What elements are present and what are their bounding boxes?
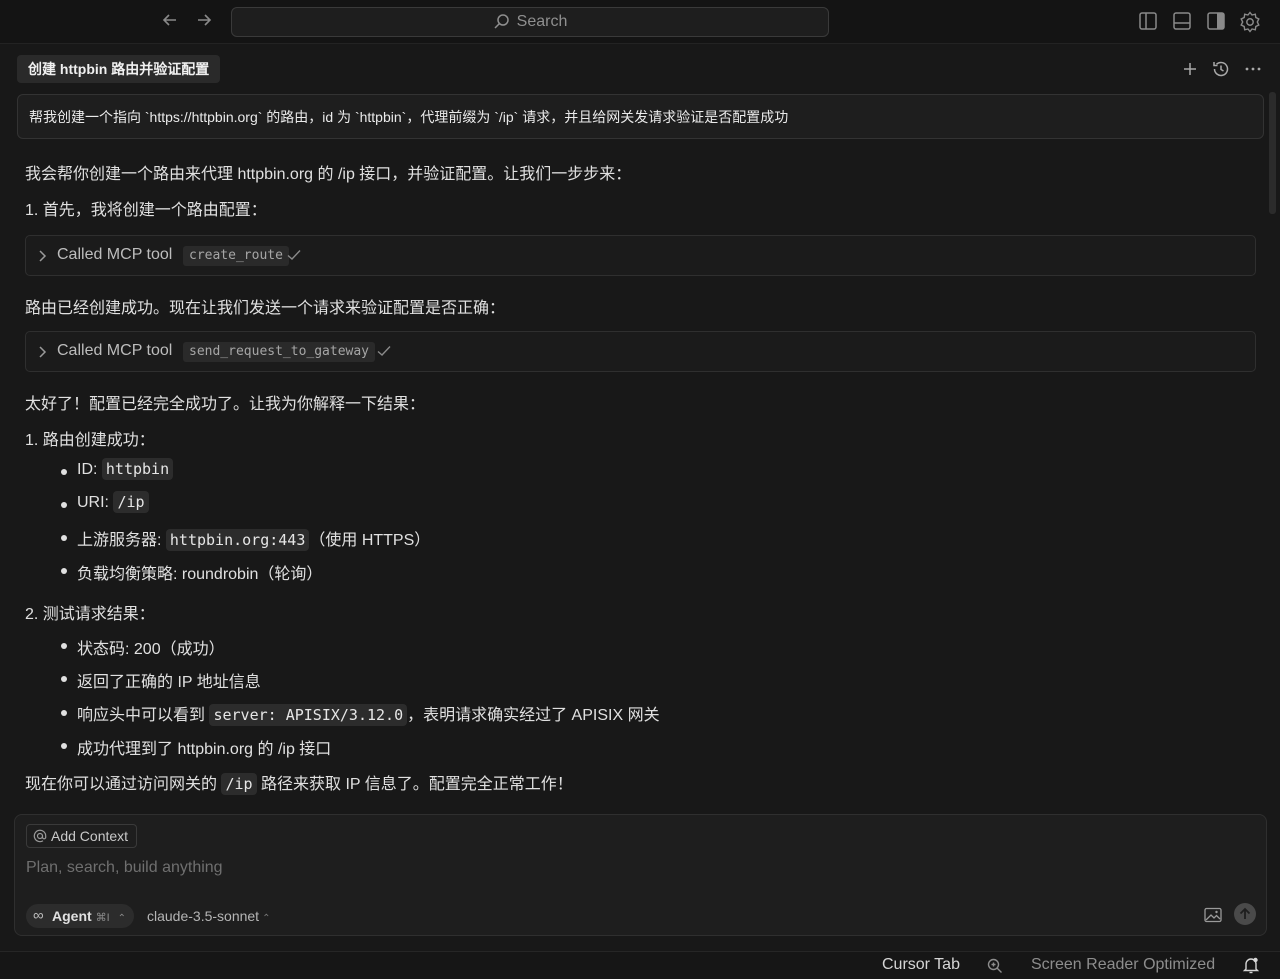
history-icon[interactable] [1211, 59, 1231, 79]
checkmark-icon [287, 250, 301, 260]
screen-reader-status[interactable]: Screen Reader Optimized [1031, 956, 1215, 974]
search-placeholder: Search [516, 13, 568, 30]
inline-code: /ip [221, 773, 257, 795]
step-1-text: 1. 首先，我将创建一个路由配置： [25, 202, 267, 219]
bell-icon[interactable] [1242, 956, 1260, 975]
section-2-heading: 2. 测试请求结果： [25, 606, 155, 623]
chat-title[interactable]: 创建 httpbin 路由并验证配置 [17, 55, 221, 83]
arrow-left-icon[interactable] [158, 10, 182, 34]
chevron-up-icon: ⌃ [262, 913, 271, 924]
list-item: 负载均衡策略: roundrobin（轮询） [77, 566, 323, 583]
bullet-dot [61, 743, 67, 749]
cursor-tab-status[interactable]: Cursor Tab [882, 956, 960, 974]
status-bar: Cursor Tab Screen Reader Optimized [0, 951, 1280, 979]
list-item: 返回了正确的 IP 地址信息 [77, 674, 261, 691]
inline-code: httpbin.org:443 [165, 529, 310, 551]
composer[interactable]: Add Context Plan, search, build anything… [14, 814, 1267, 936]
at-sign-icon [33, 829, 47, 843]
tool-name-tag: send_request_to_gateway [183, 342, 376, 362]
conclusion-text: 现在你可以通过访问网关的 /ip 路径来获取 IP 信息了。配置完全正常工作！ [25, 773, 573, 795]
toggle-secondary-sidebar-icon[interactable] [1206, 11, 1228, 33]
list-item: 响应头中可以看到 server: APISIX/3.12.0 ，表明请求确实经过了… [77, 704, 660, 726]
list-item: 状态码: 200（成功） [77, 641, 225, 658]
user-message[interactable]: 帮我创建一个指向 `https://httpbin.org` 的路由，id 为 … [17, 94, 1264, 139]
send-button[interactable] [1234, 903, 1256, 925]
list-item: 成功代理到了 httpbin.org 的 /ip 接口 [77, 741, 332, 758]
tool-name-tag: create_route [183, 246, 289, 266]
search-bar[interactable]: Search [231, 7, 829, 37]
inline-code: server: APISIX/3.12.0 [209, 704, 408, 726]
search-icon [494, 14, 509, 29]
more-icon[interactable] [1243, 59, 1263, 79]
add-context-button[interactable]: Add Context [26, 824, 138, 848]
tool-call-create-route[interactable]: Called MCP tool create_route [25, 235, 1256, 276]
bullet-dot [61, 502, 67, 508]
bullet-dot [61, 643, 67, 649]
image-icon[interactable] [1204, 907, 1222, 923]
tool-call-send-request[interactable]: Called MCP tool send_request_to_gateway [25, 331, 1256, 372]
inline-code: httpbin [101, 458, 174, 480]
toggle-primary-sidebar-icon[interactable] [1138, 11, 1160, 33]
toggle-panel-icon[interactable] [1172, 11, 1194, 33]
arrow-up-icon [1239, 907, 1251, 919]
checkmark-icon [377, 346, 391, 356]
chevron-up-icon: ⌃ [117, 913, 127, 924]
bullet-dot [61, 568, 67, 574]
zoom-in-icon[interactable] [986, 957, 1004, 975]
tool-call-label: Called MCP tool [57, 342, 173, 359]
title-bar: Search [0, 0, 1280, 44]
gear-icon[interactable] [1239, 11, 1261, 33]
infinity-icon: ∞ [33, 907, 44, 924]
section-1-heading: 1. 路由创建成功： [25, 432, 155, 449]
list-item: 上游服务器: httpbin.org:443 （使用 HTTPS） [77, 529, 431, 551]
list-item: ID: httpbin [77, 458, 174, 480]
composer-input[interactable]: Plan, search, build anything [26, 859, 223, 877]
route-created-text: 路由已经创建成功。现在让我们发送一个请求来验证配置是否正确： [25, 300, 506, 317]
bullet-dot [61, 535, 67, 541]
tool-call-label: Called MCP tool [57, 246, 173, 263]
bullet-dot [61, 469, 67, 475]
result-intro: 太好了！配置已经完全成功了。让我为你解释一下结果： [25, 396, 426, 413]
plus-icon[interactable] [1180, 59, 1200, 79]
model-selector[interactable]: claude-3.5-sonnet ⌃ [147, 904, 270, 931]
arrow-right-icon[interactable] [192, 10, 216, 34]
bullet-dot [61, 710, 67, 716]
list-item: URI: /ip [77, 491, 149, 513]
assistant-intro: 我会帮你创建一个路由来代理 httpbin.org 的 /ip 接口，并验证配置… [25, 166, 632, 183]
chevron-right-icon [39, 346, 47, 358]
mode-selector[interactable]: ∞ Agent ⌘I ⌃ [26, 904, 135, 928]
bullet-dot [61, 676, 67, 682]
inline-code: /ip [113, 491, 149, 513]
scrollbar-thumb[interactable] [1269, 92, 1276, 214]
chevron-right-icon [39, 250, 47, 262]
